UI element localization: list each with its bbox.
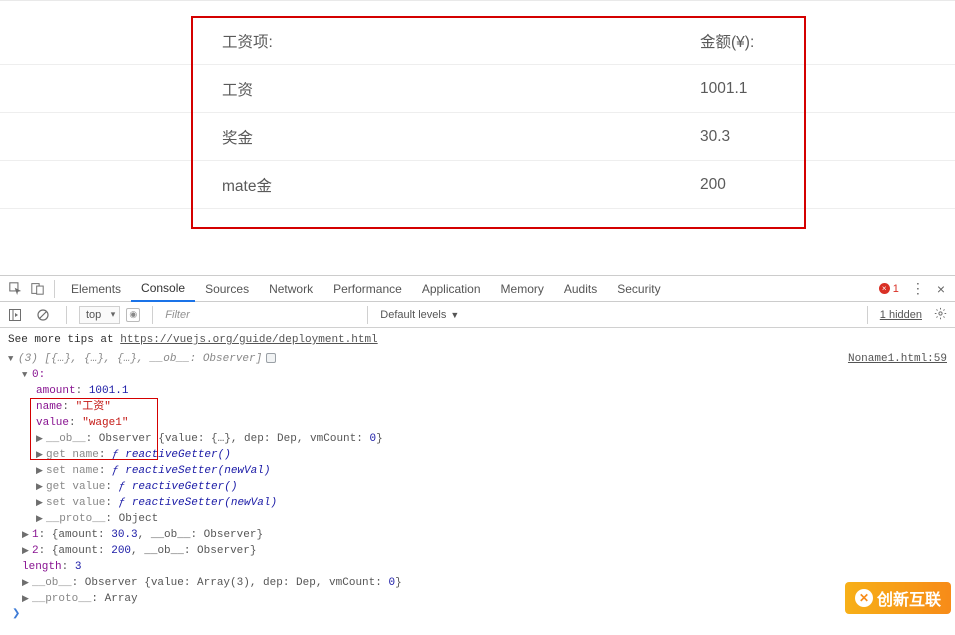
error-badge[interactable]: × 1 [879,283,899,295]
tab-memory[interactable]: Memory [491,276,554,302]
proto-line[interactable]: __proto__: Object [8,511,955,527]
expand-arrow-icon[interactable] [8,351,18,367]
table-header-row: 工资项: 金额(¥): [0,17,955,65]
tab-sources[interactable]: Sources [195,276,259,302]
setter-line[interactable]: set name: ƒ reactiveSetter(newVal) [8,463,955,479]
getter-line[interactable]: get name: ƒ reactiveGetter() [8,447,955,463]
array-index-1[interactable]: 1: {amount: 30.3, __ob__: Observer} [8,527,955,543]
console-output[interactable]: See more tips at https://vuejs.org/guide… [0,328,955,623]
tab-network[interactable]: Network [259,276,323,302]
expand-arrow-icon[interactable] [22,367,32,383]
devtools-tabbar: Elements Console Sources Network Perform… [0,276,955,302]
separator [66,306,67,324]
context-selector[interactable]: top [79,306,120,324]
context-value: top [86,309,101,321]
table-row: 工资 1001.1 [0,65,955,113]
row-label: 奖金 [0,126,480,148]
expand-arrow-icon[interactable] [36,463,46,479]
watermark-icon: ✕ [855,589,873,607]
console-info-line: See more tips at https://vuejs.org/guide… [8,332,955,348]
expand-arrow-icon[interactable] [36,447,46,463]
watermark-text: 创新互联 [877,586,941,610]
length-line: length: 3 [8,559,955,575]
devtools-panel: Elements Console Sources Network Perform… [0,275,955,618]
live-expression-icon[interactable]: ◉ [126,308,140,322]
separator [867,306,868,324]
tab-audits[interactable]: Audits [554,276,607,302]
source-link[interactable]: Noname1.html:59 [848,351,947,367]
tips-prefix: See more tips at [8,334,120,346]
expand-arrow-icon[interactable] [22,543,32,559]
tab-console[interactable]: Console [131,276,195,302]
expand-arrow-icon[interactable] [36,511,46,527]
getter-line[interactable]: get value: ƒ reactiveGetter() [8,479,955,495]
salary-table: 工资项: 金额(¥): 工资 1001.1 奖金 30.3 mate金 200 [0,17,955,209]
separator [367,306,368,324]
tips-link[interactable]: https://vuejs.org/guide/deployment.html [120,334,377,346]
error-count: 1 [893,283,899,295]
row-label: 工资 [0,78,480,100]
hidden-messages-link[interactable]: 1 hidden [880,309,922,321]
table-row: 奖金 30.3 [0,113,955,161]
prop-line: value: "wage1" [8,415,955,431]
tab-elements[interactable]: Elements [61,276,131,302]
prop-line: name: "工资" [8,399,955,415]
console-filter-input[interactable] [165,309,355,321]
close-devtools-icon[interactable]: × [937,281,945,297]
console-settings-icon[interactable] [934,307,947,323]
console-log-entry: Noname1.html:59 (3) [{…}, {…}, {…}, __ob… [8,351,955,607]
observer-line[interactable]: __ob__: Observer {value: {…}, dep: Dep, … [8,431,955,447]
separator [152,306,153,324]
table-row: mate金 200 [0,161,955,209]
watermark: ✕ 创新互联 [845,582,951,614]
expand-arrow-icon[interactable] [22,591,32,607]
proto-line[interactable]: __proto__: Array [8,591,955,607]
store-as-global-icon[interactable] [266,353,276,363]
device-toolbar-icon[interactable] [30,282,44,296]
header-amount-label: 金额(¥): [480,30,955,52]
chevron-down-icon: ▼ [450,310,459,320]
array-index-0[interactable]: 0: [8,367,955,383]
observer-line[interactable]: __ob__: Observer {value: Array(3), dep: … [8,575,955,591]
kebab-menu-icon[interactable]: ⋮ [911,280,925,297]
console-prompt-icon[interactable]: ❯ [8,607,955,623]
setter-line[interactable]: set value: ƒ reactiveSetter(newVal) [8,495,955,511]
expand-arrow-icon[interactable] [36,479,46,495]
clear-console-icon[interactable] [36,308,50,322]
console-toolbar: top ◉ Default levels ▼ 1 hidden [0,302,955,328]
expand-arrow-icon[interactable] [22,575,32,591]
array-summary-line[interactable]: (3) [{…}, {…}, {…}, __ob__: Observer] [8,351,955,367]
log-levels-selector[interactable]: Default levels ▼ [380,309,459,321]
row-value: 200 [480,176,955,194]
expand-arrow-icon[interactable] [22,527,32,543]
page-content: 工资项: 金额(¥): 工资 1001.1 奖金 30.3 mate金 200 [0,0,955,275]
error-dot-icon: × [879,283,890,294]
separator [54,280,55,298]
tab-application[interactable]: Application [412,276,491,302]
tab-security[interactable]: Security [607,276,670,302]
levels-label: Default levels [380,309,446,321]
expand-arrow-icon[interactable] [36,431,46,447]
array-index-2[interactable]: 2: {amount: 200, __ob__: Observer} [8,543,955,559]
expand-arrow-icon[interactable] [36,495,46,511]
inspect-element-icon[interactable] [8,282,22,296]
prop-line: amount: 1001.1 [8,383,955,399]
row-value: 1001.1 [480,80,955,98]
header-item-label: 工资项: [0,30,480,52]
tab-performance[interactable]: Performance [323,276,412,302]
row-value: 30.3 [480,128,955,146]
sidebar-toggle-icon[interactable] [8,308,22,322]
row-label: mate金 [0,174,480,196]
